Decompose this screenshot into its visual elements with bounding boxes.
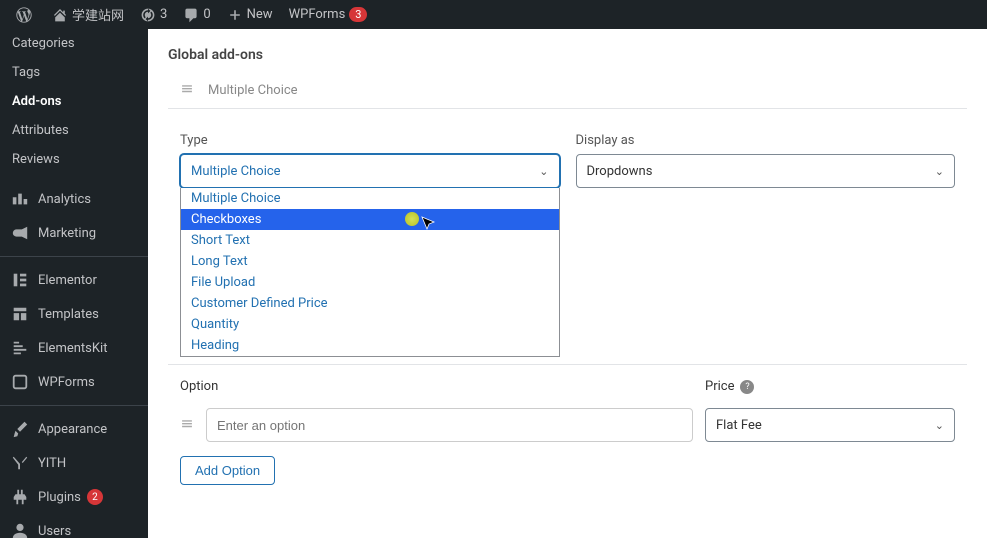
templates-icon bbox=[10, 304, 30, 324]
sidebar-elementskit[interactable]: ElementsKit bbox=[0, 331, 148, 365]
add-option-button[interactable]: Add Option bbox=[180, 456, 275, 485]
help-icon[interactable]: ? bbox=[740, 380, 754, 394]
yith-icon bbox=[10, 453, 30, 473]
sidebar-marketing[interactable]: Marketing bbox=[0, 216, 148, 250]
display-select[interactable]: Dropdowns ⌄ bbox=[576, 154, 956, 188]
sidebar-users[interactable]: Users bbox=[0, 514, 148, 538]
comment-icon bbox=[183, 7, 199, 23]
elementskit-icon bbox=[10, 338, 30, 358]
sidebar-elementor[interactable]: Elementor bbox=[0, 263, 148, 297]
option-header: Option bbox=[180, 379, 218, 394]
sidebar-appearance[interactable]: Appearance bbox=[0, 412, 148, 446]
chevron-down-icon: ⌄ bbox=[539, 165, 548, 178]
sidebar-sub-attributes[interactable]: Attributes bbox=[0, 116, 148, 145]
type-option[interactable]: Heading bbox=[181, 335, 559, 356]
sidebar-sub-reviews[interactable]: Reviews bbox=[0, 145, 148, 174]
site-home[interactable]: 学建站网 bbox=[44, 5, 132, 24]
site-name: 学建站网 bbox=[72, 5, 124, 24]
option-row: Flat Fee ⌄ bbox=[180, 408, 955, 442]
sidebar-plugins[interactable]: Plugins2 bbox=[0, 480, 148, 514]
wp-logo[interactable] bbox=[8, 7, 44, 23]
type-label: Type bbox=[180, 133, 560, 148]
sidebar-analytics[interactable]: Analytics bbox=[0, 182, 148, 216]
sidebar-templates[interactable]: Templates bbox=[0, 297, 148, 331]
new-content[interactable]: New bbox=[219, 7, 281, 23]
admin-bar: 学建站网 3 0 New WPForms3 bbox=[0, 0, 987, 29]
type-option[interactable]: Long Text bbox=[181, 251, 559, 272]
type-dropdown: Multiple Choice Checkboxes Short Text Lo… bbox=[180, 188, 560, 357]
wordpress-icon bbox=[16, 7, 32, 23]
user-icon bbox=[10, 521, 30, 538]
comments-count: 0 bbox=[203, 7, 210, 22]
sidebar-sub-tags[interactable]: Tags bbox=[0, 58, 148, 87]
type-option-highlighted[interactable]: Checkboxes bbox=[181, 209, 559, 230]
display-value: Dropdowns bbox=[587, 164, 653, 179]
new-label: New bbox=[247, 7, 273, 22]
price-type-value: Flat Fee bbox=[716, 418, 762, 433]
price-type-select[interactable]: Flat Fee ⌄ bbox=[705, 408, 955, 442]
plus-icon bbox=[227, 7, 243, 23]
drag-handle-icon[interactable] bbox=[180, 81, 194, 99]
sidebar-yith[interactable]: YITH bbox=[0, 446, 148, 480]
megaphone-icon bbox=[10, 223, 30, 243]
addon-block: Multiple Choice Type Multiple Choice ⌄ M… bbox=[168, 73, 967, 499]
page-title: Global add-ons bbox=[148, 29, 987, 73]
comments[interactable]: 0 bbox=[175, 7, 218, 23]
wpforms-badge: 3 bbox=[349, 7, 367, 22]
sidebar-wpforms[interactable]: WPForms bbox=[0, 365, 148, 399]
wpforms-label: WPForms bbox=[289, 7, 346, 22]
updates[interactable]: 3 bbox=[132, 7, 175, 23]
type-option[interactable]: Short Text bbox=[181, 230, 559, 251]
plugins-badge: 2 bbox=[87, 489, 103, 505]
admin-sidebar: Categories Tags Add-ons Attributes Revie… bbox=[0, 29, 148, 538]
updates-count: 3 bbox=[160, 7, 167, 22]
analytics-icon bbox=[10, 189, 30, 209]
chevron-down-icon: ⌄ bbox=[935, 165, 944, 178]
elementor-icon bbox=[10, 270, 30, 290]
brush-icon bbox=[10, 419, 30, 439]
type-option[interactable]: Multiple Choice bbox=[181, 188, 559, 209]
sidebar-sub-categories[interactable]: Categories bbox=[0, 29, 148, 58]
wpforms-icon bbox=[10, 372, 30, 392]
block-header: Multiple Choice bbox=[168, 73, 967, 108]
type-value: Multiple Choice bbox=[191, 164, 281, 179]
price-header: Price bbox=[705, 379, 734, 394]
wpforms-ab[interactable]: WPForms3 bbox=[281, 7, 376, 22]
updates-icon bbox=[140, 7, 156, 23]
type-option[interactable]: Quantity bbox=[181, 314, 559, 335]
type-option[interactable]: File Upload bbox=[181, 272, 559, 293]
drag-handle-icon[interactable] bbox=[180, 416, 194, 434]
home-icon bbox=[52, 7, 68, 23]
option-input[interactable] bbox=[206, 408, 693, 442]
main-content: Global add-ons Multiple Choice Type Mult… bbox=[148, 29, 987, 538]
display-label: Display as bbox=[576, 133, 956, 148]
type-select[interactable]: Multiple Choice ⌄ Multiple Choice Checkb… bbox=[180, 154, 560, 188]
sidebar-sub-addons[interactable]: Add-ons bbox=[0, 87, 148, 116]
block-title: Multiple Choice bbox=[208, 83, 298, 98]
cursor-highlight bbox=[405, 212, 419, 226]
chevron-down-icon: ⌄ bbox=[935, 419, 944, 432]
type-option[interactable]: Customer Defined Price bbox=[181, 293, 559, 314]
plugin-icon bbox=[10, 487, 30, 507]
options-section: Option Price? Flat Fee ⌄ Add Option bbox=[168, 365, 967, 499]
